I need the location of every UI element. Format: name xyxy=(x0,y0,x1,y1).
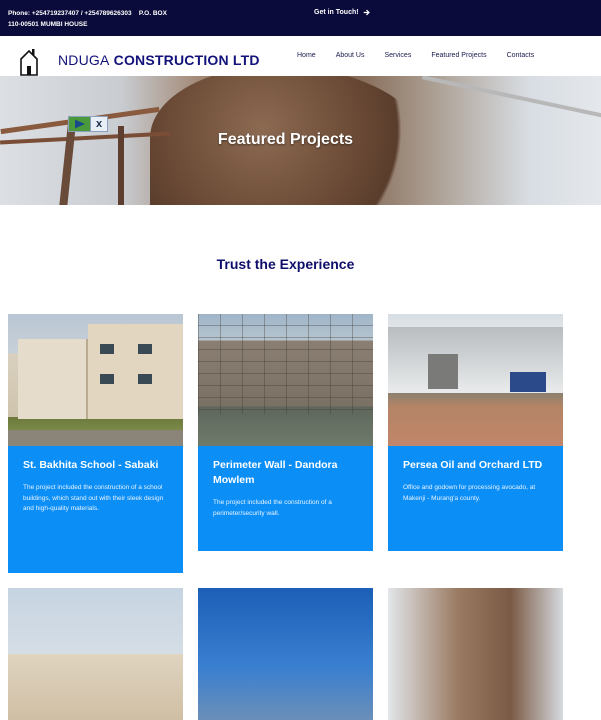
address-text: 110-00501 MUMBI HOUSE xyxy=(8,21,88,28)
play-icon xyxy=(74,119,85,129)
project-description: Office and godown for processing avocado… xyxy=(403,484,536,502)
project-description: The project included the construction of… xyxy=(213,499,332,517)
photo-window xyxy=(100,374,114,384)
project-photo xyxy=(388,314,563,446)
phone-text: Phone: +254719237407 / +254789626303 xyxy=(8,10,132,17)
section-title: Trust the Experience xyxy=(216,256,355,272)
project-photo xyxy=(198,588,373,720)
nav-featured-projects[interactable]: Featured Projects xyxy=(431,52,486,59)
close-button[interactable]: x xyxy=(91,117,107,131)
photo-building xyxy=(88,324,183,419)
project-photo xyxy=(8,588,183,720)
brand-part1: NDUGA xyxy=(58,52,110,68)
photo-window xyxy=(100,344,114,354)
project-photo xyxy=(388,588,563,720)
photo-door xyxy=(428,354,458,389)
project-title[interactable]: Perimeter Wall - Dandora Mowlem xyxy=(213,458,359,488)
hero-banner: Featured Projects x xyxy=(0,76,601,205)
site-header: NDUGA CONSTRUCTION LTD Home About Us Ser… xyxy=(0,36,601,76)
nav-home[interactable]: Home xyxy=(297,52,316,59)
project-card[interactable] xyxy=(8,588,183,720)
nav-services[interactable]: Services xyxy=(384,52,411,59)
hero-rebar xyxy=(421,76,601,121)
get-in-touch-link[interactable]: Get in Touch! xyxy=(314,9,370,16)
project-card[interactable]: Perimeter Wall - Dandora Mowlem The proj… xyxy=(198,314,373,551)
brand-part2: CONSTRUCTION LTD xyxy=(113,52,260,68)
contact-info: Phone: +254719237407 / +254789626303 P.O… xyxy=(8,8,218,30)
project-card-body: St. Bakhita School - Sabaki The project … xyxy=(8,446,183,573)
house-icon[interactable] xyxy=(20,48,38,76)
project-card[interactable] xyxy=(388,588,563,720)
get-in-touch-label: Get in Touch! xyxy=(314,9,359,16)
project-card[interactable]: Persea Oil and Orchard LTD Office and go… xyxy=(388,314,563,551)
project-title[interactable]: Persea Oil and Orchard LTD xyxy=(403,458,549,473)
project-card-body: Persea Oil and Orchard LTD Office and go… xyxy=(388,446,563,551)
nav-contacts[interactable]: Contacts xyxy=(507,52,535,59)
project-photo xyxy=(198,314,373,446)
media-controls: x xyxy=(68,116,108,132)
hero-title: Featured Projects xyxy=(217,131,354,148)
nav-about-us[interactable]: About Us xyxy=(336,52,365,59)
project-photo xyxy=(8,314,183,446)
arrow-right-icon xyxy=(363,9,370,16)
photo-wall-blocks xyxy=(198,314,373,414)
top-bar: Phone: +254719237407 / +254789626303 P.O… xyxy=(0,0,601,36)
close-icon: x xyxy=(95,118,103,130)
photo-building xyxy=(18,339,88,419)
photo-window xyxy=(138,344,152,354)
project-title[interactable]: St. Bakhita School - Sabaki xyxy=(23,458,169,473)
play-button[interactable] xyxy=(69,117,91,131)
brand-name[interactable]: NDUGA CONSTRUCTION LTD xyxy=(58,52,260,68)
main-nav: Home About Us Services Featured Projects… xyxy=(297,52,534,59)
photo-window xyxy=(138,374,152,384)
project-card-body: Perimeter Wall - Dandora Mowlem The proj… xyxy=(198,446,373,551)
project-card[interactable] xyxy=(198,588,373,720)
project-description: The project included the construction of… xyxy=(23,484,164,512)
photo-truck xyxy=(510,372,546,392)
pobox-text: P.O. BOX xyxy=(138,10,167,17)
project-card[interactable]: St. Bakhita School - Sabaki The project … xyxy=(8,314,183,573)
